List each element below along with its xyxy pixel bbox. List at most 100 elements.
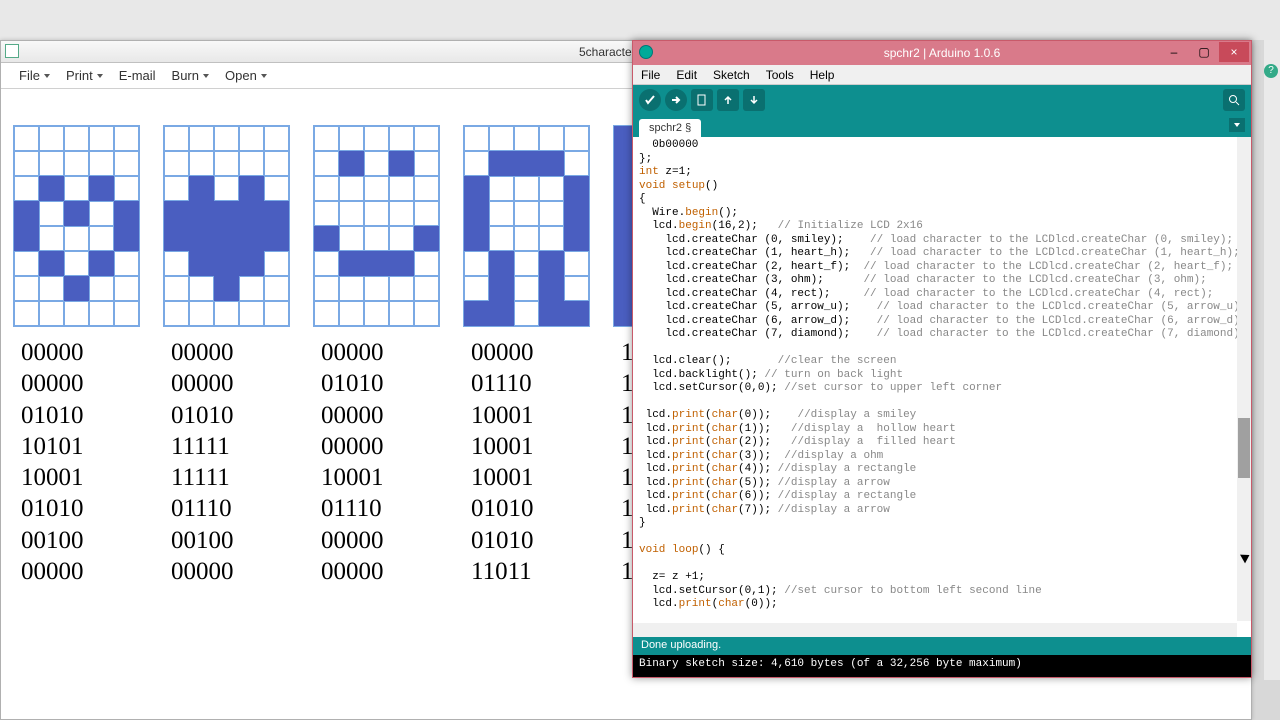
pixel-cell <box>64 151 89 176</box>
arduino-toolbar <box>633 85 1251 115</box>
pixel-cell <box>364 276 389 301</box>
pixel-cell <box>339 126 364 151</box>
arduino-maximize-button[interactable]: ▢ <box>1189 42 1219 62</box>
arduino-close-button[interactable]: × <box>1219 42 1249 62</box>
open-sketch-button[interactable] <box>717 89 739 111</box>
pixel-cell <box>14 301 39 326</box>
pixel-cell <box>514 151 539 176</box>
pixel-cell <box>264 176 289 201</box>
pixel-grid <box>163 125 290 327</box>
pixel-cell <box>264 251 289 276</box>
pixel-cell <box>239 151 264 176</box>
code-editor[interactable]: 0b00000 }; int z=1; void setup() { Wire.… <box>633 137 1251 637</box>
pixel-cell <box>564 251 589 276</box>
arduino-menu-sketch[interactable]: Sketch <box>705 66 758 84</box>
pixel-cell <box>114 276 139 301</box>
pixel-cell <box>39 201 64 226</box>
pixel-cell <box>14 226 39 251</box>
pixel-cell <box>214 301 239 326</box>
pixel-cell <box>239 301 264 326</box>
pixel-cell <box>314 276 339 301</box>
arduino-status-bar: Done uploading. <box>633 637 1251 655</box>
pixel-cell <box>414 251 439 276</box>
menu-file[interactable]: File <box>11 64 58 87</box>
pixel-cell <box>464 151 489 176</box>
pixel-cell <box>64 226 89 251</box>
pixel-cell <box>514 176 539 201</box>
pixel-cell <box>564 276 589 301</box>
menu-open[interactable]: Open <box>217 64 275 87</box>
arduino-titlebar[interactable]: spchr2 | Arduino 1.0.6 – ▢ × <box>633 41 1251 65</box>
pixel-cell <box>539 226 564 251</box>
pixel-cell <box>414 126 439 151</box>
pixel-cell <box>514 276 539 301</box>
pixel-cell <box>389 276 414 301</box>
pixel-cell <box>314 226 339 251</box>
pixel-cell <box>564 301 589 326</box>
pixel-cell <box>239 226 264 251</box>
pixel-cell <box>64 301 89 326</box>
os-right-edge <box>1264 40 1280 680</box>
char-binary-lines: 00000 00000 01010 11111 11111 01110 0010… <box>163 337 234 587</box>
pixel-cell <box>389 201 414 226</box>
arduino-menu-file[interactable]: File <box>633 66 668 84</box>
pixel-cell <box>314 251 339 276</box>
new-sketch-button[interactable] <box>691 89 713 111</box>
upload-button[interactable] <box>665 89 687 111</box>
arduino-title: spchr2 | Arduino 1.0.6 <box>884 46 1001 60</box>
pixel-cell <box>539 151 564 176</box>
pixel-cell <box>114 126 139 151</box>
pixel-cell <box>264 226 289 251</box>
pixel-cell <box>489 176 514 201</box>
arduino-menu-edit[interactable]: Edit <box>668 66 705 84</box>
pixel-cell <box>414 276 439 301</box>
pixel-cell <box>39 251 64 276</box>
arduino-menu-help[interactable]: Help <box>802 66 843 84</box>
pixel-grid <box>463 125 590 327</box>
pixel-cell <box>414 151 439 176</box>
pixel-cell <box>414 176 439 201</box>
pixel-grid <box>313 125 440 327</box>
pixel-cell <box>389 251 414 276</box>
pixel-cell <box>314 301 339 326</box>
lcd-char-column: 00000 00000 01010 11111 11111 01110 0010… <box>163 125 301 587</box>
pixel-cell <box>214 126 239 151</box>
pixel-cell <box>389 301 414 326</box>
verify-button[interactable] <box>639 89 661 111</box>
arduino-logo-icon <box>639 45 653 59</box>
pixel-cell <box>164 276 189 301</box>
pixel-cell <box>239 276 264 301</box>
pixel-cell <box>264 151 289 176</box>
serial-monitor-button[interactable] <box>1223 89 1245 111</box>
pixel-cell <box>114 176 139 201</box>
pixel-cell <box>64 176 89 201</box>
pixel-cell <box>414 201 439 226</box>
pixel-cell <box>189 226 214 251</box>
arduino-menu-tools[interactable]: Tools <box>758 66 802 84</box>
editor-hscrollbar[interactable] <box>633 623 1237 637</box>
menu-email[interactable]: E-mail <box>111 64 164 87</box>
pixel-cell <box>339 276 364 301</box>
pixel-cell <box>489 251 514 276</box>
pixel-cell <box>239 126 264 151</box>
pixel-cell <box>264 276 289 301</box>
save-sketch-button[interactable] <box>743 89 765 111</box>
pixel-cell <box>264 126 289 151</box>
scrollbar-thumb[interactable] <box>1238 418 1250 478</box>
menu-burn[interactable]: Burn <box>164 64 217 87</box>
pixel-cell <box>489 276 514 301</box>
pixel-cell <box>14 126 39 151</box>
tab-dropdown-button[interactable] <box>1229 118 1245 132</box>
arduino-minimize-button[interactable]: – <box>1159 42 1189 62</box>
sketch-tab[interactable]: spchr2 § <box>639 119 701 137</box>
pixel-cell <box>564 151 589 176</box>
pixel-cell <box>39 126 64 151</box>
pixel-cell <box>489 226 514 251</box>
editor-vscrollbar[interactable] <box>1237 137 1251 621</box>
pixel-cell <box>514 251 539 276</box>
arduino-menubar: File Edit Sketch Tools Help <box>633 65 1251 85</box>
menu-print[interactable]: Print <box>58 64 111 87</box>
pixel-cell <box>339 251 364 276</box>
pixel-cell <box>39 226 64 251</box>
help-icon[interactable]: ? <box>1264 64 1278 78</box>
